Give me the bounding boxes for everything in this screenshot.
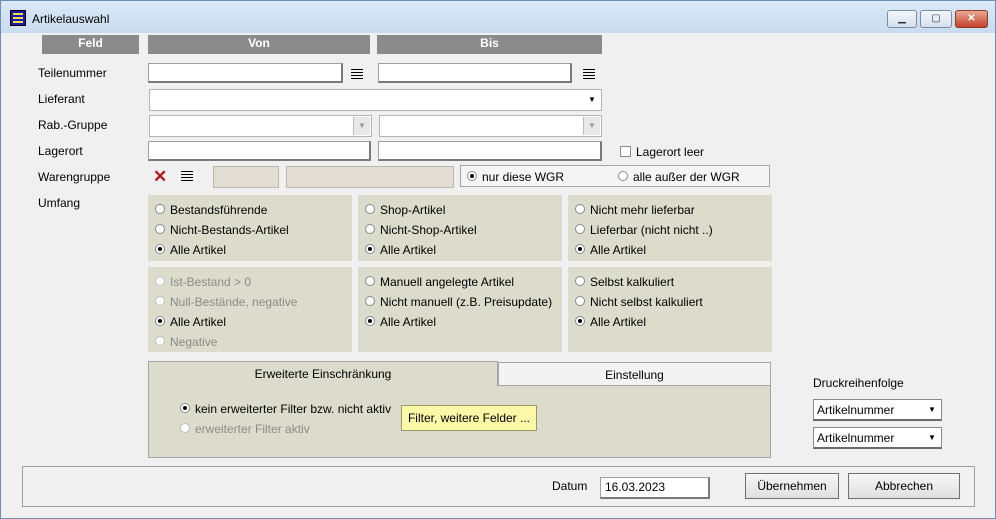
datum-label: Datum [552,479,588,493]
label-umfang: Umfang [38,196,81,210]
window-title: Artikelauswahl [32,12,110,26]
umfang-kalkuliert-panel: Selbst kalkuliert Nicht selbst kalkulier… [568,267,772,352]
wgr-option-group: nur diese WGR alle außer der WGR [460,165,770,187]
tab-erweiterte-einschraenkung[interactable]: Erweiterte Einschränkung [148,361,498,387]
uebernehmen-button[interactable]: Übernehmen [745,473,839,499]
chevron-down-icon[interactable]: ▼ [353,117,370,135]
minimize-button[interactable]: ▁ [887,10,917,28]
label-warengruppe: Warengruppe [38,170,111,184]
datum-input[interactable]: 16.03.2023 [600,477,710,499]
app-icon [10,10,26,26]
delete-x-icon[interactable]: ✕ [153,168,167,186]
rabgruppe-von-select[interactable]: ▼ [149,115,372,137]
list-icon[interactable] [351,69,363,80]
header-von: Von [148,35,370,54]
lagerort-leer-label: Lagerort leer [636,145,705,159]
label-lieferant: Lieferant [38,92,85,106]
umfang-bestand-panel: Bestandsführende Nicht-Bestands-Artikel … [148,195,352,261]
chevron-down-icon[interactable]: ▼ [924,401,940,419]
sort-order-select-2[interactable]: Artikelnummer ▼ [813,427,942,449]
umfang-manuell-panel: Manuell angelegte Artikel Nicht manuell … [358,267,562,352]
umfang-shop-panel: Shop-Artikel Nicht-Shop-Artikel Alle Art… [358,195,562,261]
sort-order-select-1[interactable]: Artikelnummer ▼ [813,399,942,421]
chevron-down-icon[interactable]: ▼ [583,117,600,135]
lagerort-bis-input[interactable] [378,141,602,161]
druckreihenfolge-label: Druckreihenfolge [813,376,904,390]
filter-weitere-felder-button[interactable]: Filter, weitere Felder ... [401,405,537,431]
close-button[interactable]: ✕ [955,10,988,28]
teilenummer-bis-input[interactable] [378,63,572,83]
rabgruppe-bis-select[interactable]: ▼ [379,115,602,137]
umfang-lieferbar-panel: Nicht mehr lieferbar Lieferbar (nicht ni… [568,195,772,261]
list-icon[interactable] [181,171,193,182]
chevron-down-icon[interactable]: ▼ [584,91,600,109]
umfang-istbestand-panel: Ist-Bestand > 0 Null-Bestände, negative … [148,267,352,352]
label-rabgruppe: Rab.-Gruppe [38,118,108,132]
lieferant-select[interactable]: ▼ [149,89,602,111]
list-icon[interactable] [583,69,595,80]
header-bis: Bis [377,35,602,54]
filter-panel: kein erweiterter Filter bzw. nicht aktiv… [148,386,771,458]
label-teilenummer: Teilenummer [38,66,107,80]
sort-order-value-2: Artikelnummer [817,431,895,445]
lagerort-von-input[interactable] [148,141,371,161]
title-bar: Artikelauswahl ▁ ▢ ✕ [1,1,995,33]
abbrechen-button[interactable]: Abbrechen [848,473,960,499]
tab-einstellung[interactable]: Einstellung [498,362,771,386]
teilenummer-von-input[interactable] [148,63,343,83]
warengruppe-name-field[interactable] [286,166,454,188]
lagerort-leer-checkbox[interactable] [620,146,631,157]
header-feld: Feld [42,35,139,54]
chevron-down-icon[interactable]: ▼ [924,429,940,447]
label-lagerort: Lagerort [38,144,83,158]
warengruppe-code-field[interactable] [213,166,279,188]
sort-order-value-1: Artikelnummer [817,403,895,417]
maximize-button[interactable]: ▢ [920,10,952,28]
